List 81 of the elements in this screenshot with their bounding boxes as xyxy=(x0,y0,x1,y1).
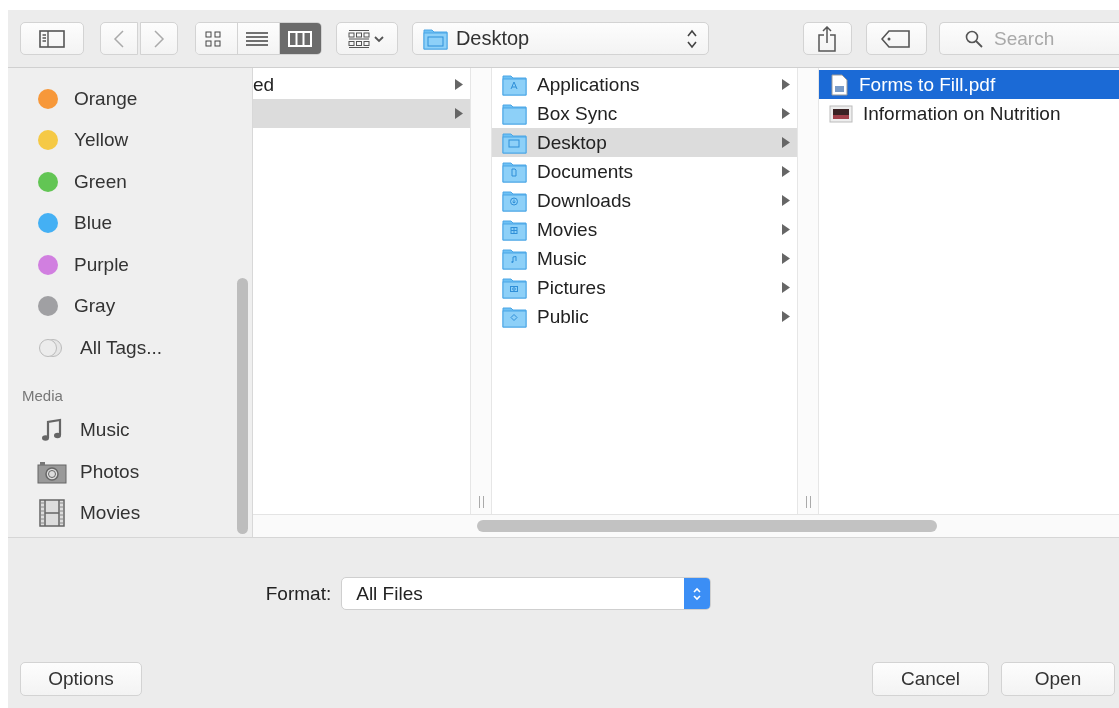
image-thumbnail-icon xyxy=(829,104,853,123)
sidebar-toggle-button[interactable] xyxy=(20,22,85,55)
sidebar-tag[interactable]: Yellow xyxy=(8,119,252,161)
tag-icon xyxy=(881,29,912,48)
sidebar-section-title: Media xyxy=(21,385,64,406)
arrange-grid-icon xyxy=(347,28,386,49)
format-label: Format: xyxy=(265,582,332,605)
location-popup[interactable]: Desktop xyxy=(411,22,709,55)
folder-icon xyxy=(502,131,527,154)
search-field[interactable]: Search xyxy=(939,22,1119,55)
sidebar-tag[interactable]: Gray xyxy=(8,285,252,327)
disclosure-triangle-icon xyxy=(781,282,791,293)
folder-row[interactable]: Downloads xyxy=(492,186,797,215)
folder-row[interactable]: Documents xyxy=(492,157,797,186)
sidebar-tag[interactable]: Orange xyxy=(8,78,252,120)
column-resize-handle-icon[interactable] xyxy=(477,496,485,508)
scrollbar-thumb[interactable] xyxy=(477,520,937,532)
view-mode-button[interactable] xyxy=(237,23,280,54)
folder-row[interactable]: Desktop xyxy=(492,128,797,157)
folder-icon xyxy=(502,160,527,183)
camera-icon xyxy=(37,459,67,484)
sidebar-item[interactable]: Photos xyxy=(8,451,252,493)
folder-row[interactable]: Box Sync xyxy=(492,99,797,128)
column-resize-handle-icon[interactable] xyxy=(804,496,812,508)
grid-view-icon xyxy=(205,31,221,46)
disclosure-triangle-icon xyxy=(781,166,791,177)
folder-row[interactable]: Pictures xyxy=(492,273,797,302)
view-mode-control[interactable] xyxy=(195,22,322,55)
folder-icon xyxy=(502,247,527,270)
file-row[interactable]: Forms to Fill.pdf xyxy=(819,70,1119,99)
arrange-button[interactable] xyxy=(335,22,398,55)
file-row[interactable]: Information on Nutrition xyxy=(819,99,1119,128)
disclosure-triangle-icon xyxy=(781,137,791,148)
open-button[interactable]: Open xyxy=(1001,661,1115,696)
folder-icon xyxy=(502,218,527,241)
sidebar-tag[interactable]: Blue xyxy=(8,202,252,244)
back-button[interactable] xyxy=(100,22,139,55)
folder-row[interactable]: ed xyxy=(253,70,470,99)
share-icon xyxy=(818,25,837,52)
cancel-button[interactable]: Cancel xyxy=(872,661,989,696)
view-mode-button[interactable] xyxy=(279,23,321,54)
folder-row[interactable]: Applications xyxy=(492,70,797,99)
chevron-right-icon xyxy=(153,28,166,49)
disclosure-triangle-icon xyxy=(781,311,791,322)
search-icon xyxy=(965,30,983,48)
folder-row[interactable]: Music xyxy=(492,244,797,273)
disclosure-triangle-icon xyxy=(781,195,791,206)
disclosure-triangle-icon xyxy=(781,108,791,119)
sidebar-icon xyxy=(39,29,66,48)
sidebar-tag[interactable]: Green xyxy=(8,161,252,203)
column-view-icon xyxy=(288,30,313,47)
disclosure-triangle-icon xyxy=(781,79,791,90)
scrollbar-thumb[interactable] xyxy=(237,278,248,534)
folder-icon xyxy=(422,27,448,50)
disclosure-triangle-icon xyxy=(781,253,791,264)
disclosure-triangle-icon xyxy=(454,108,464,119)
folder-icon xyxy=(502,189,527,212)
disclosure-triangle-icon xyxy=(781,224,791,235)
folder-icon xyxy=(502,102,527,125)
sidebar-item[interactable]: Music xyxy=(8,409,252,451)
forward-button[interactable] xyxy=(140,22,179,55)
sidebar-tag[interactable]: Purple xyxy=(8,244,252,286)
up-down-chevron-icon xyxy=(686,27,698,50)
view-mode-button[interactable] xyxy=(196,23,238,54)
format-popup[interactable]: All Files xyxy=(341,577,712,610)
film-strip-icon xyxy=(39,499,65,528)
list-view-icon xyxy=(246,31,270,46)
folder-row[interactable]: Movies xyxy=(492,215,797,244)
document-icon xyxy=(829,73,849,96)
disclosure-triangle-icon xyxy=(454,79,464,90)
folder-icon xyxy=(502,305,527,328)
folder-row[interactable]: Public xyxy=(492,302,797,331)
sidebar-tag[interactable]: All Tags... xyxy=(8,327,252,369)
chevron-left-icon xyxy=(113,28,126,49)
folder-icon xyxy=(502,276,527,299)
options-button[interactable]: Options xyxy=(20,661,142,696)
overlapping-circles-icon xyxy=(38,337,64,358)
share-button[interactable] xyxy=(803,22,852,55)
tag-button[interactable] xyxy=(865,22,927,55)
folder-icon xyxy=(502,73,527,96)
sidebar-item[interactable]: Movies xyxy=(8,492,252,534)
